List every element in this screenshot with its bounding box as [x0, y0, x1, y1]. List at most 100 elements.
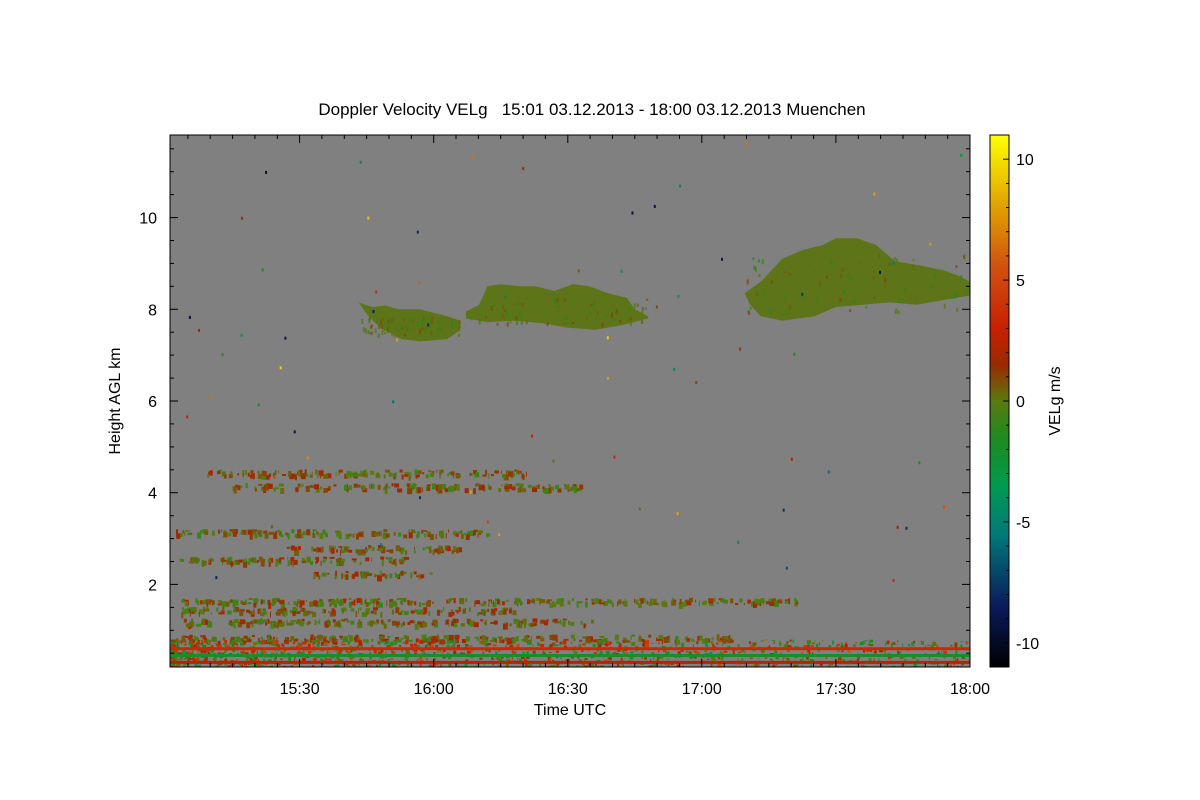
echo-speckle	[675, 637, 676, 640]
echo-speckle	[584, 601, 588, 608]
echo-speckle	[456, 484, 460, 491]
surface-echo	[468, 645, 473, 647]
echo-speckle	[230, 471, 233, 475]
surface-echo	[479, 640, 483, 644]
cloud-texture	[609, 319, 612, 323]
cloud-texture	[945, 293, 948, 297]
surface-echo	[696, 641, 699, 645]
echo-speckle	[207, 621, 213, 628]
surface-echo	[215, 643, 217, 647]
echo-speckle	[267, 483, 273, 489]
surface-echo	[511, 640, 514, 641]
cloud-texture	[590, 303, 593, 306]
surface-echo	[644, 644, 649, 648]
echo-speckle	[312, 612, 317, 618]
echo-speckle	[435, 484, 438, 491]
echo-speckle	[294, 546, 298, 551]
echo-speckle	[414, 601, 417, 606]
surface-echo	[335, 639, 338, 642]
echo-speckle	[352, 533, 355, 538]
noise-pixel	[918, 461, 921, 465]
noise-pixel	[367, 216, 370, 220]
echo-speckle	[339, 635, 344, 638]
surface-echo	[606, 640, 610, 644]
cloud-texture	[895, 258, 898, 263]
echo-speckle	[348, 598, 352, 600]
surface-echo	[380, 641, 384, 644]
echo-speckle	[286, 546, 291, 549]
cloud-texture	[412, 318, 415, 321]
echo-speckle	[730, 598, 734, 604]
echo-speckle	[323, 488, 327, 493]
cloud-texture	[811, 258, 814, 262]
noise-pixel	[745, 142, 748, 146]
echo-speckle	[210, 612, 212, 616]
surface-echo	[770, 658, 772, 660]
echo-speckle	[505, 599, 509, 602]
surface-echo	[240, 651, 243, 654]
surface-echo	[389, 643, 394, 647]
echo-speckle	[429, 473, 434, 477]
surface-echo	[293, 658, 295, 661]
echo-speckle	[181, 599, 185, 603]
echo-speckle	[437, 548, 441, 555]
echo-speckle	[306, 529, 311, 536]
echo-speckle	[405, 550, 408, 556]
noise-pixel	[359, 160, 362, 164]
echo-speckle	[515, 483, 521, 487]
echo-speckle	[271, 602, 275, 606]
cloud-texture	[888, 262, 891, 266]
surface-echo	[675, 643, 678, 647]
echo-speckle	[309, 485, 315, 488]
echo-speckle	[319, 619, 321, 625]
surface-echo	[950, 644, 953, 647]
echo-speckle	[176, 529, 178, 535]
surface-echo	[329, 651, 331, 654]
surface-echo	[185, 657, 187, 659]
echo-speckle	[313, 600, 318, 607]
echo-speckle	[690, 638, 694, 642]
surface-echo	[487, 643, 492, 646]
echo-speckle	[540, 599, 546, 604]
surface-band	[170, 647, 970, 651]
cloud-texture	[912, 265, 914, 268]
surface-echo	[749, 657, 753, 659]
x-axis-label: Time UTC	[534, 702, 606, 719]
echo-speckle	[457, 607, 459, 610]
surface-echo	[433, 652, 436, 654]
echo-speckle	[343, 636, 348, 643]
echo-speckle	[482, 474, 487, 477]
surface-echo	[660, 664, 662, 667]
echo-speckle	[176, 533, 181, 539]
cloud-texture	[872, 275, 875, 281]
echo-speckle	[260, 599, 263, 605]
surface-echo	[338, 658, 341, 661]
cloud-texture	[573, 308, 576, 311]
noise-pixel	[375, 290, 378, 294]
surface-echo	[195, 643, 199, 645]
echo-speckle	[408, 472, 412, 478]
cloud-texture	[904, 288, 906, 294]
echo-speckle	[280, 534, 284, 537]
echo-speckle	[515, 636, 519, 642]
echo-speckle	[407, 599, 410, 605]
echo-speckle	[546, 619, 549, 623]
echo-speckle	[501, 484, 503, 487]
surface-echo	[307, 643, 311, 648]
surface-echo	[182, 651, 187, 655]
echo-speckle	[671, 598, 674, 602]
surface-echo	[607, 657, 610, 660]
echo-speckle	[383, 474, 386, 479]
cloud-texture	[379, 320, 382, 326]
surface-echo	[666, 658, 671, 660]
surface-echo	[379, 643, 381, 645]
echo-speckle	[551, 486, 554, 491]
echo-speckle	[326, 488, 330, 491]
echo-speckle	[706, 638, 709, 642]
cloud-texture	[377, 333, 380, 338]
echo-speckle	[403, 598, 407, 603]
echo-speckle	[233, 599, 239, 606]
echo-speckle	[394, 472, 397, 477]
surface-echo	[902, 643, 904, 648]
echo-speckle	[345, 573, 348, 580]
